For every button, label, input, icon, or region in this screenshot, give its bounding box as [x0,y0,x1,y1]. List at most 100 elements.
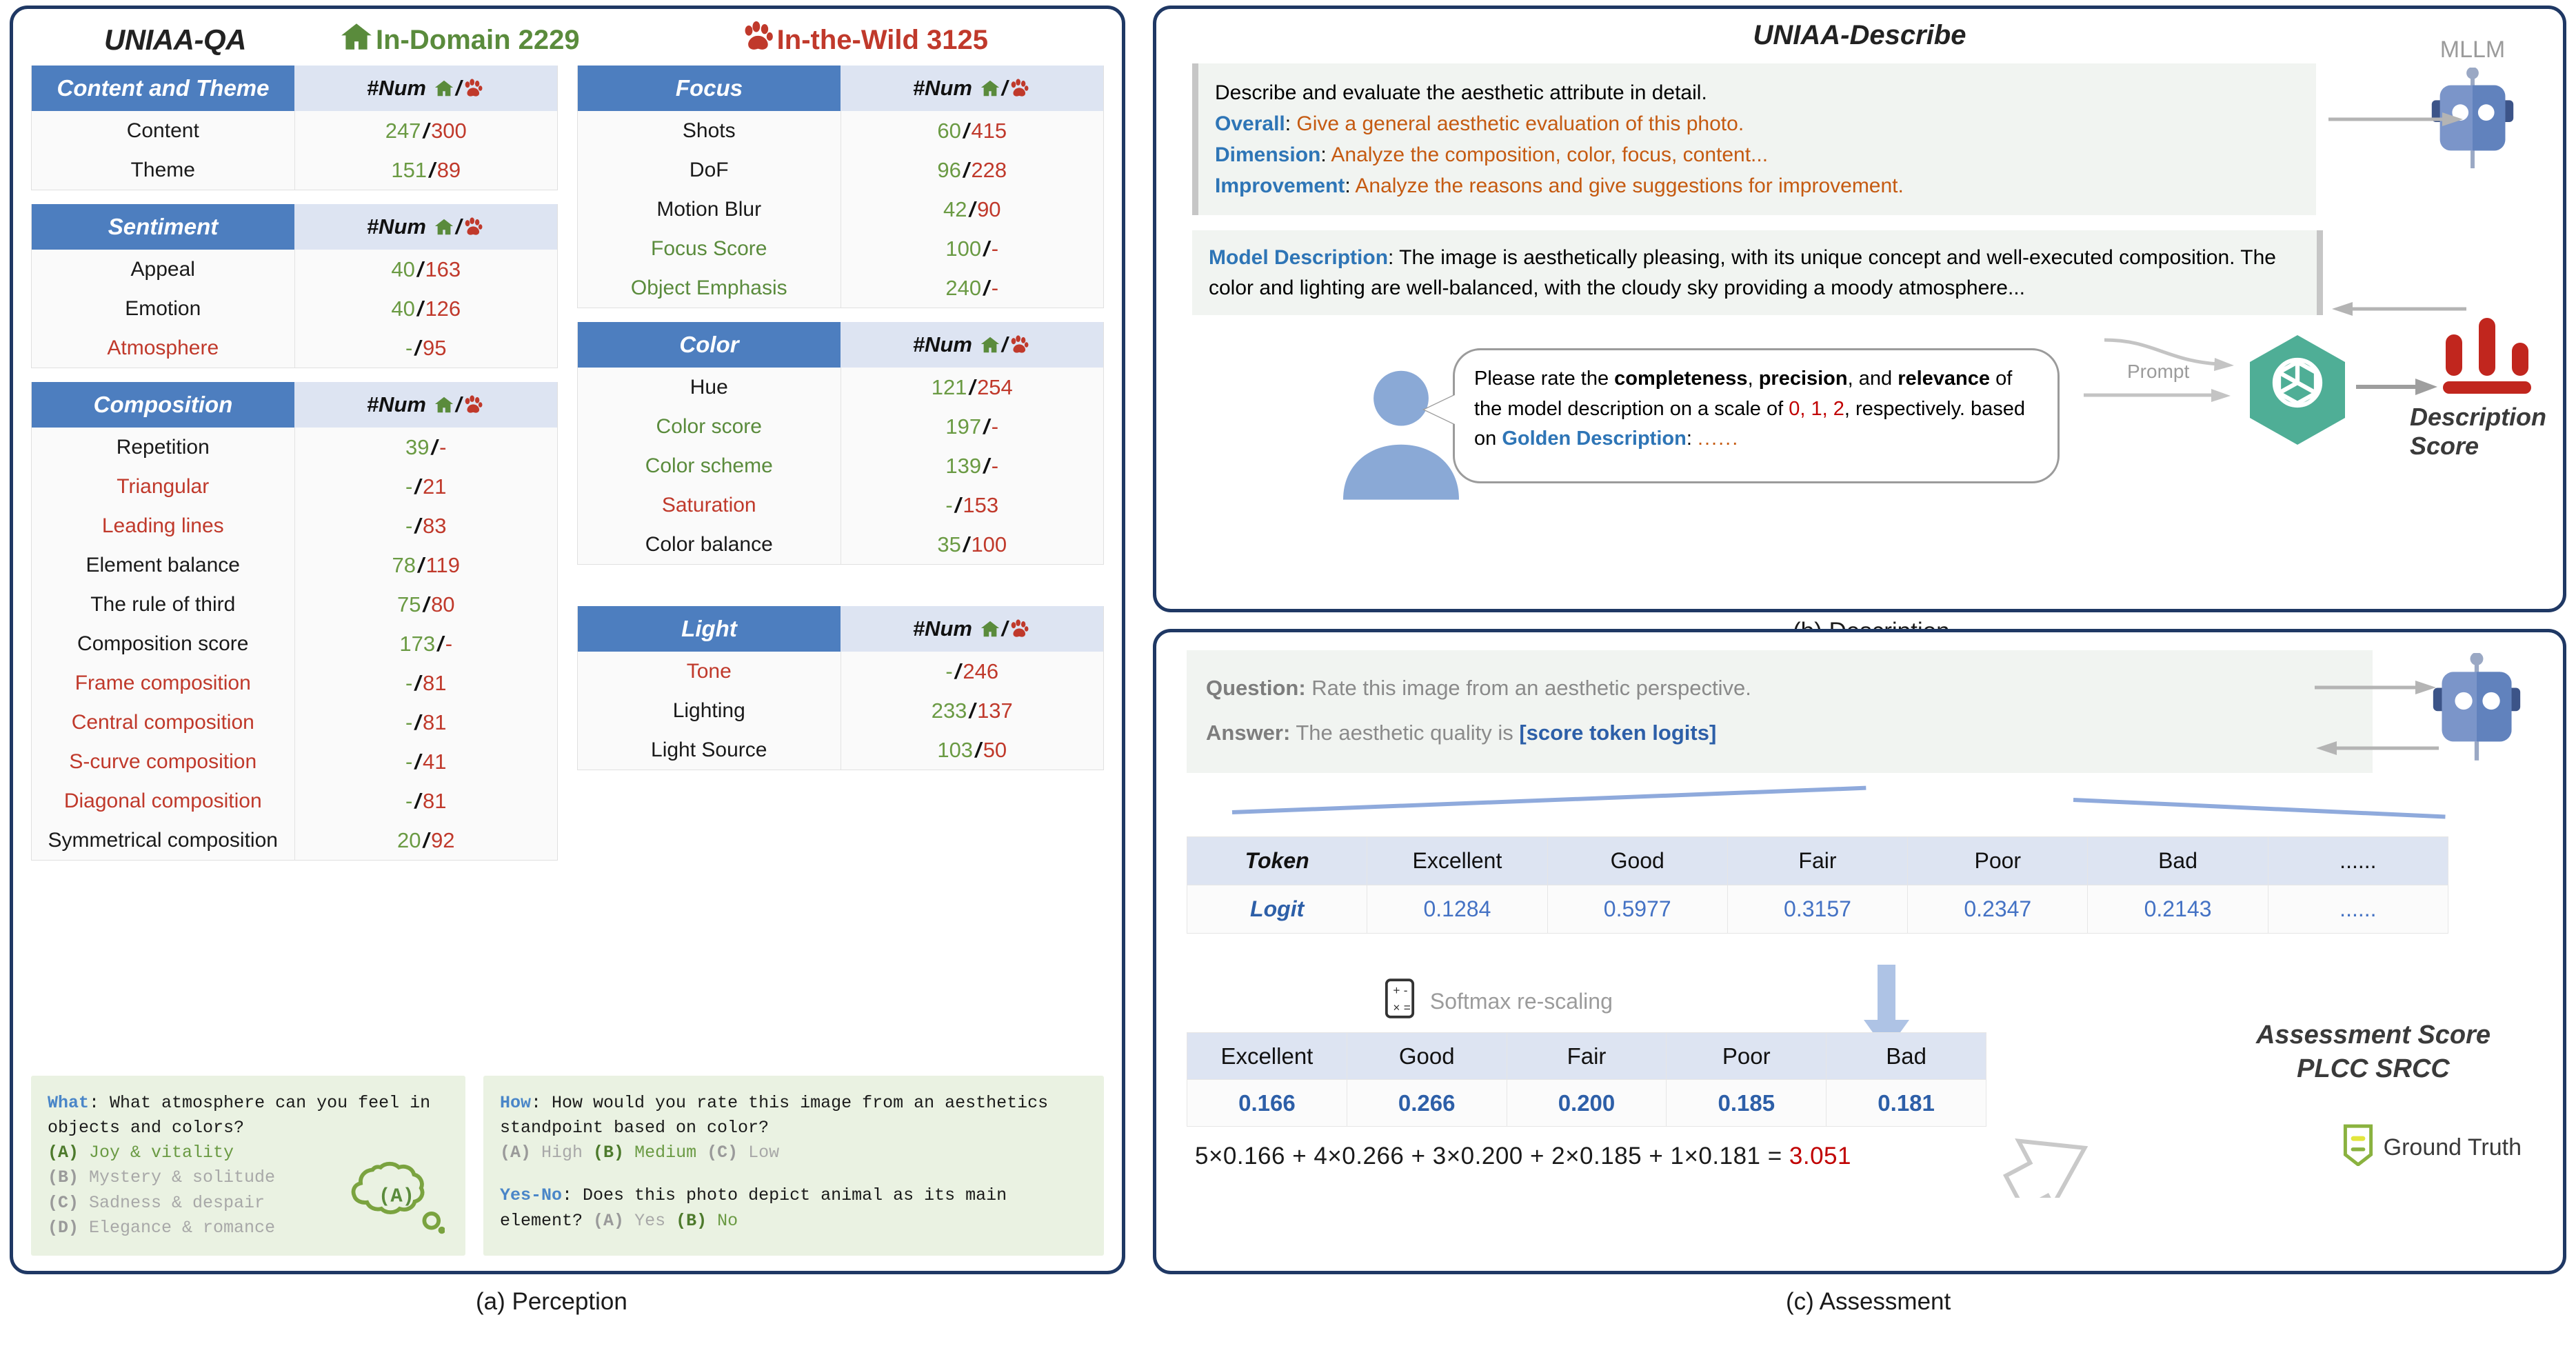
qa-how-key: How [500,1093,531,1113]
arrow-out-icon [2315,736,2439,761]
qa-how-question: How would you rate this image from an ae… [500,1093,1048,1138]
attribute-label: S-curve composition [32,742,294,781]
table-row: Symmetrical composition20/92 [32,821,557,860]
prompt-line: Overall: Give a general aesthetic evalua… [1215,108,2300,139]
formula-expression: 5×0.166 + 4×0.266 + 3×0.200 + 2×0.185 + … [1195,1143,1789,1169]
softmax-header-row: ExcellentGoodFairPoorBad [1187,1033,1986,1080]
attribute-label: Composition score [32,624,294,663]
in-domain-badge: In-Domain 2229 [337,19,580,61]
mllm-label: MLLM [2393,37,2552,63]
attribute-label: DoF [578,150,841,190]
table-row: Color scheme139/- [578,446,1103,485]
attribute-label: Hue [578,368,841,407]
bubble-p6: : [1687,428,1698,450]
ground-truth-label: Ground Truth [2384,1134,2522,1161]
softmax-value-cell: 0.181 [1827,1080,1986,1127]
logit-cell: 0.5977 [1547,885,1727,934]
table-row: Frame composition-/81 [32,663,557,703]
attribute-label: Focus Score [578,229,841,268]
attribute-value: -/81 [294,703,557,742]
ground-truth-icon [2339,1123,2377,1172]
svg-text:-: - [1404,983,1408,997]
softmax-table: ExcellentGoodFairPoorBad 0.1660.2660.200… [1187,1032,1986,1127]
logit-value-row: Logit0.12840.59770.31570.23470.2143.....… [1187,885,2448,934]
table-header-num: #Num / [841,606,1103,652]
logit-cell: 0.3157 [1727,885,1907,934]
attribute-label: Saturation [578,485,841,525]
table-header-num: #Num / [841,322,1103,368]
qa-what-box: What: What atmosphere can you feel in ob… [31,1076,465,1256]
table-row: S-curve composition-/41 [32,742,557,781]
assessment-score-label: Assessment Score PLCC SRCC [2211,1018,2535,1087]
table-row: Theme151/89 [32,150,557,190]
attribute-label: Frame composition [32,663,294,703]
table-header-num: #Num / [294,66,557,111]
table-row: Motion Blur42/90 [578,190,1103,229]
assessment-score-line1: Assessment Score [2211,1018,2535,1052]
formula-result: 3.051 [1789,1143,1851,1169]
table-row: Atmosphere-/95 [32,328,557,368]
table-row: Emotion40/126 [32,289,557,328]
attribute-table: Color#Num /Hue121/254Color score197/-Col… [577,322,1104,565]
house-icon [337,19,376,61]
attribute-value: 151/89 [294,150,557,190]
attribute-label: Motion Blur [578,190,841,229]
qa-how-yesno-box: How: How would you rate this image from … [483,1076,1104,1256]
arrow-to-mllm-icon [2328,106,2466,133]
description-score-block: Description Score [2440,312,2563,461]
attribute-label: Color balance [578,525,841,564]
prompt-line: Dimension: Analyze the composition, colo… [1215,139,2300,170]
table-row: Element balance78/119 [32,545,557,585]
prompt-arrows-icon [2084,326,2256,436]
attribute-value: 75/80 [294,585,557,624]
qa-option: (B) No [676,1211,738,1231]
qa-option: (C) Low [707,1143,779,1163]
assessment-answer-text: The aesthetic quality is [1296,721,1519,745]
assessment-question-key: Question: [1206,676,1306,700]
softmax-value-cell: 0.166 [1187,1080,1347,1127]
token-cell: Poor [1908,837,2088,885]
attribute-label: Element balance [32,545,294,585]
softmax-block: + - × = Softmax re-scaling [1384,977,1613,1025]
attribute-value: 247/300 [294,111,557,150]
prompt-text: Analyze the reasons and give suggestions… [1355,174,1903,197]
table-header-name: Color [578,322,841,368]
bubble-completeness: completeness [1614,368,1747,390]
score-token-logits: [score token logits] [1519,721,1716,745]
attribute-label: Appeal [32,250,294,289]
table-header-num: #Num / [294,382,557,428]
softmax-token-cell: Good [1347,1033,1507,1080]
bubble-p3: , and [1848,368,1898,390]
attribute-label: Central composition [32,703,294,742]
token-cell: Excellent [1367,837,1547,885]
logit-cell: 0.2347 [1908,885,2088,934]
attribute-value: 197/- [841,407,1103,446]
in-the-wild-badge: In-the-Wild 3125 [738,19,988,61]
guide-line-right [2073,798,2446,818]
table-header-num: #Num / [294,204,557,250]
attribute-value: -/246 [841,652,1103,691]
paw-icon [738,19,777,61]
arrow-to-score-icon [2356,373,2439,401]
attribute-label: Symmetrical composition [32,821,294,860]
table-row: Appeal40/163 [32,250,557,289]
attribute-label: Content [32,111,294,150]
qa-option: (A) Yes [593,1211,665,1231]
qa-yesno-key: Yes-No [500,1185,562,1205]
table-row: Light Source103/50 [578,730,1103,770]
attribute-value: 96/228 [841,150,1103,190]
attribute-label: Theme [32,150,294,190]
svg-text:+: + [1393,983,1400,997]
attribute-value: 39/- [294,428,557,467]
table-row: Color balance35/100 [578,525,1103,564]
table-header-row: Sentiment#Num / [32,204,557,250]
svg-text:(A): (A) [379,1185,414,1207]
perception-tables: Content and Theme#Num /Content247/300The… [13,66,1122,874]
attribute-value: 78/119 [294,545,557,585]
table-row: Saturation-/153 [578,485,1103,525]
table-header-row: Color#Num / [578,322,1103,368]
softmax-token-cell: Bad [1827,1033,1986,1080]
in-the-wild-label: In-the-Wild 3125 [777,25,988,56]
table-header-row: Focus#Num / [578,66,1103,111]
calculator-icon: + - × = [1384,1000,1422,1025]
